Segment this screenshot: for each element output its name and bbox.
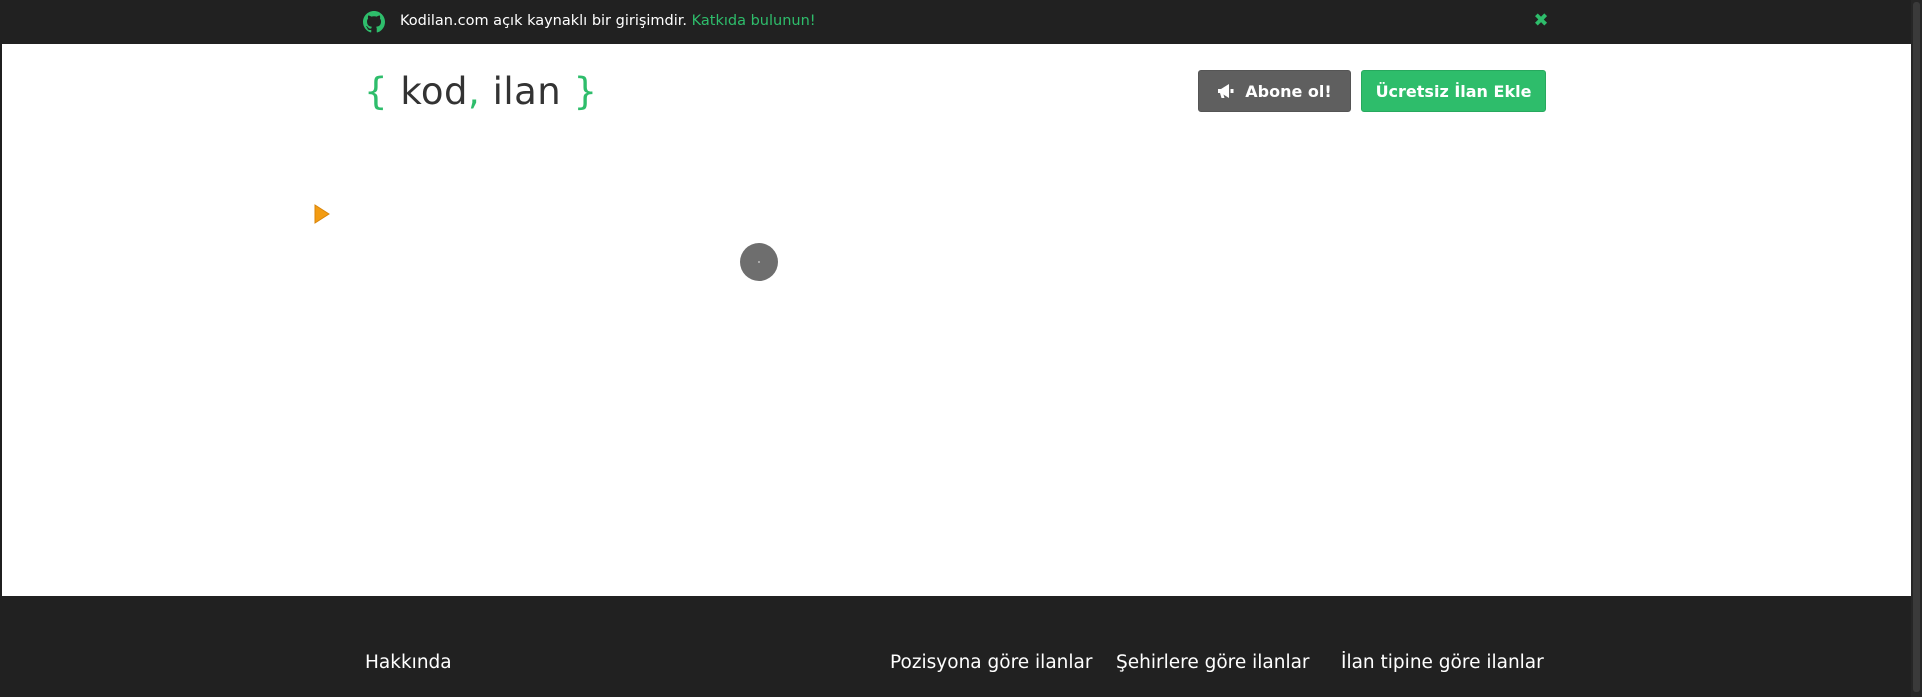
spinner-center-dot [758, 261, 760, 263]
mouse-cursor-icon [314, 204, 330, 224]
footer-by-position-link[interactable]: Pozisyona göre ilanlar [890, 652, 1092, 673]
scrollbar-thumb[interactable] [1913, 2, 1920, 692]
subscribe-label: Abone ol! [1245, 82, 1332, 101]
footer-about-link[interactable]: Hakkında [365, 652, 452, 673]
add-listing-label: Ücretsiz İlan Ekle [1375, 82, 1532, 101]
logo-word-kod: kod [400, 70, 469, 113]
browser-viewport: Kodilan.com açık kaynaklı bir girişimdir… [0, 0, 1911, 697]
announcement-text: Kodilan.com açık kaynaklı bir girişimdir… [400, 13, 816, 29]
announcement-bar: Kodilan.com açık kaynaklı bir girişimdir… [0, 0, 1911, 44]
vertical-scrollbar[interactable] [1911, 0, 1922, 697]
logo-close-brace: } [573, 70, 598, 113]
footer-by-city-link[interactable]: Şehirlere göre ilanlar [1116, 652, 1310, 673]
contribute-link[interactable]: Katkıda bulunun! [692, 13, 816, 29]
loading-spinner [740, 243, 778, 281]
close-icon[interactable]: ✖ [1530, 10, 1552, 32]
add-free-listing-button[interactable]: Ücretsiz İlan Ekle [1361, 70, 1546, 112]
github-icon[interactable] [363, 11, 385, 33]
logo-comma: , [468, 70, 481, 113]
announcement-message: Kodilan.com açık kaynaklı bir girişimdir… [400, 13, 688, 29]
footer: Hakkında Pozisyona göre ilanlar Şehirler… [0, 596, 1911, 697]
footer-by-type-link[interactable]: İlan tipine göre ilanlar [1341, 652, 1544, 673]
subscribe-button[interactable]: Abone ol! [1198, 70, 1351, 112]
logo-open-brace: { [364, 70, 389, 113]
megaphone-icon [1218, 84, 1234, 98]
site-logo[interactable]: { kod, ilan } [364, 70, 598, 113]
logo-word-ilan: ilan [492, 70, 562, 113]
